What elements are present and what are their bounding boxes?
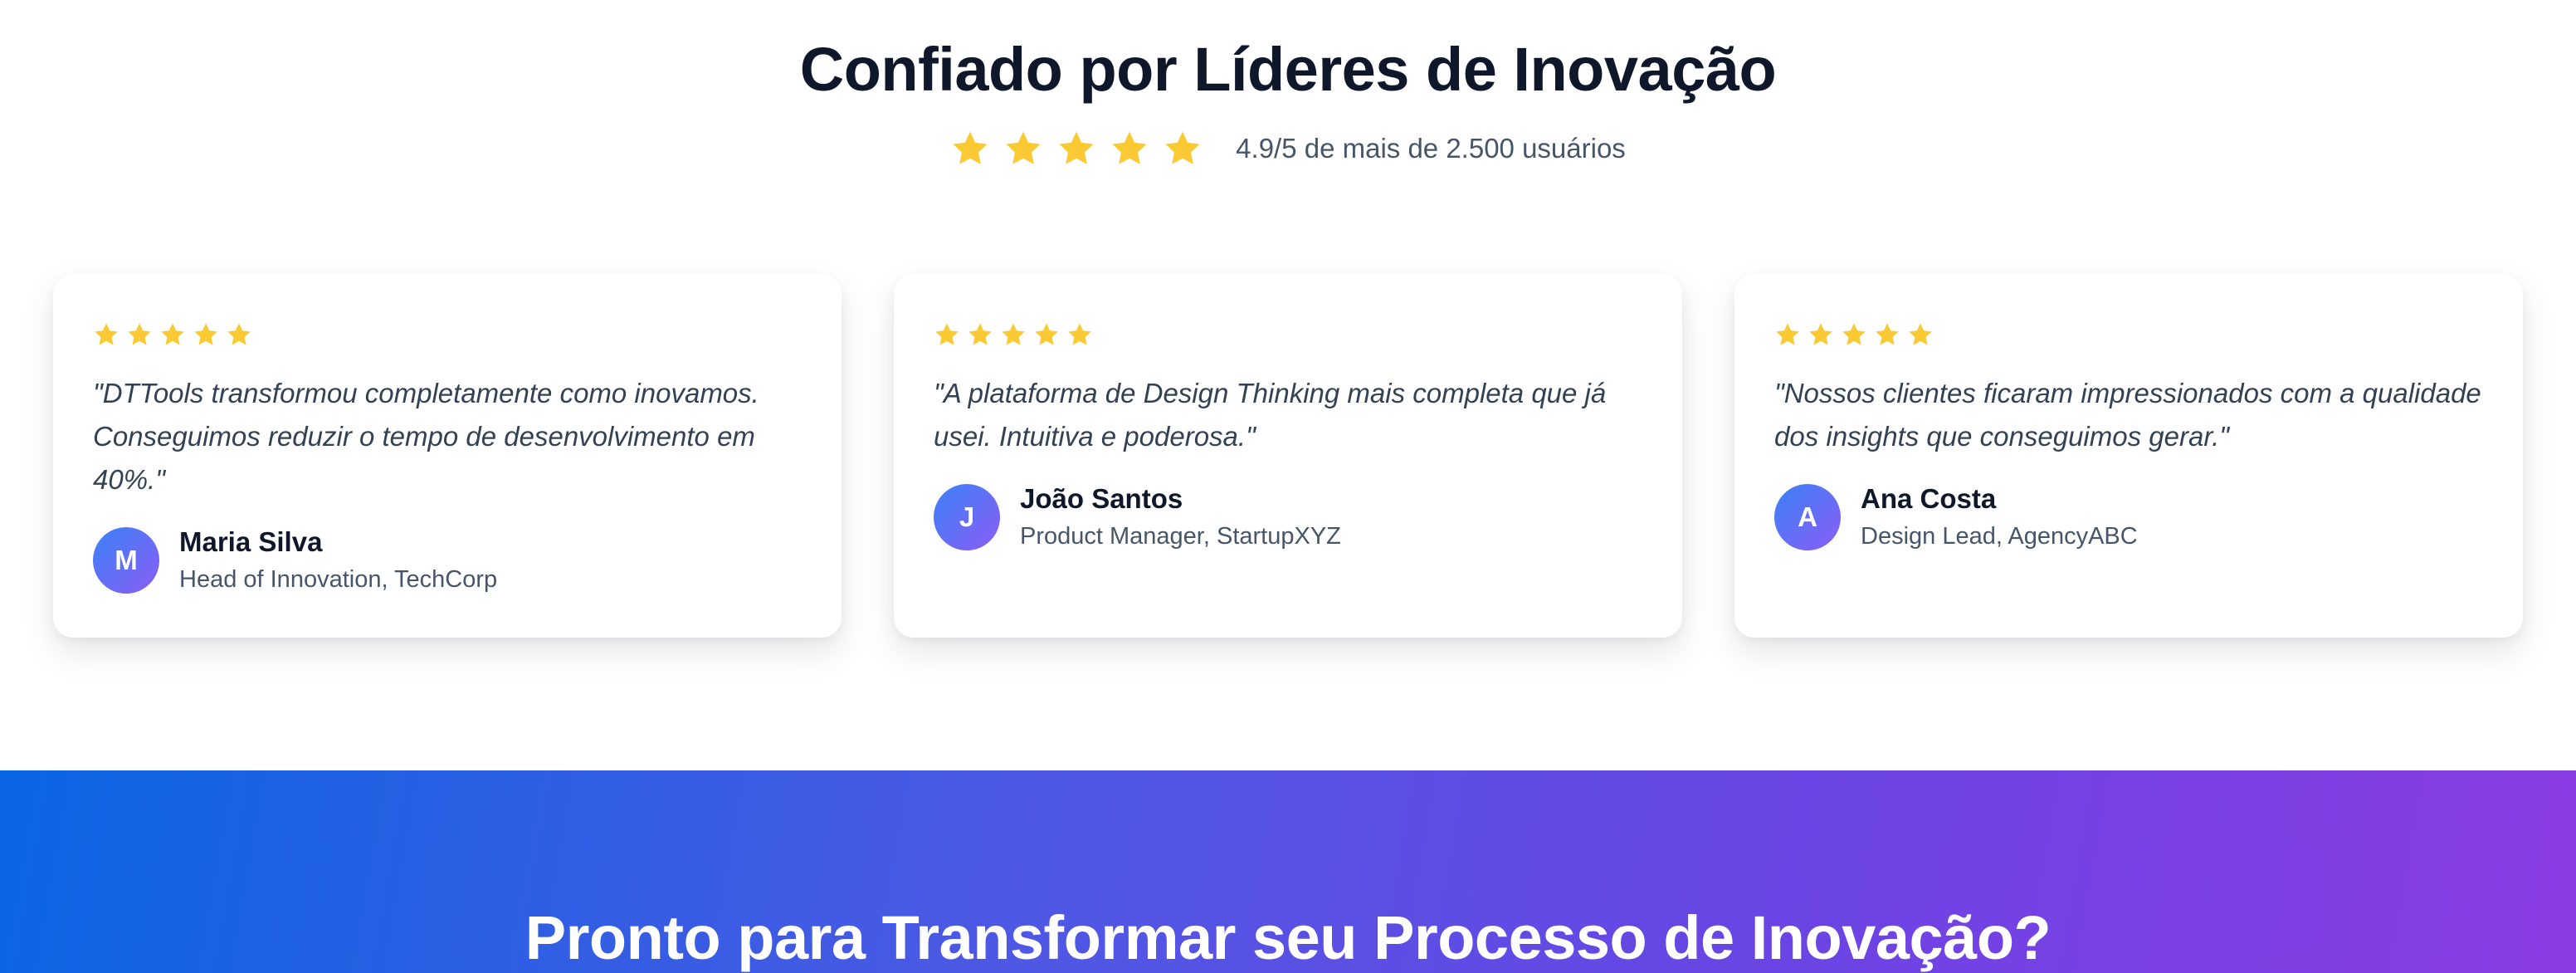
cta-title: Pronto para Transformar seu Processo de … <box>524 903 2052 972</box>
card-stars <box>1774 320 2483 349</box>
rating-summary: 4.9/5 de mais de 2.500 usuários <box>1236 133 1626 164</box>
star-icon <box>128 323 151 345</box>
author-role: Design Lead, AgencyABC <box>1861 523 2138 550</box>
testimonial-author: J João Santos Product Manager, StartupXY… <box>934 482 1642 553</box>
testimonial-quote: "Nossos clientes ficaram impressionados … <box>1774 378 2481 452</box>
star-icon <box>1035 323 1058 345</box>
cta-section: Pronto para Transformar seu Processo de … <box>0 770 2576 973</box>
avatar: A <box>1774 484 1841 550</box>
star-icon <box>953 131 988 164</box>
star-icon <box>1059 131 1094 164</box>
author-info: Maria Silva Head of Innovation, TechCorp <box>179 525 497 596</box>
star-icon <box>1006 131 1041 164</box>
star-icon <box>1165 131 1200 164</box>
star-icon <box>1876 323 1899 345</box>
star-icon <box>227 323 251 345</box>
author-info: Ana Costa Design Lead, AgencyABC <box>1861 482 2138 553</box>
overall-stars <box>950 129 1203 169</box>
star-icon <box>968 323 992 345</box>
testimonial-card: "DTTools transformou completamente como … <box>53 274 842 638</box>
avatar: J <box>934 484 1000 550</box>
testimonial-quote: "A plataforma de Design Thinking mais co… <box>934 378 1607 452</box>
author-role: Head of Innovation, TechCorp <box>179 566 498 593</box>
star-icon <box>1068 323 1091 345</box>
card-stars <box>93 320 802 349</box>
testimonials-section: Confiado por Líderes de Inovação 4.9/5 d… <box>0 0 2576 770</box>
star-icon <box>95 323 118 345</box>
author-name: Maria Silva <box>179 526 323 557</box>
star-icon <box>1776 323 1799 345</box>
star-icon <box>161 323 184 345</box>
author-info: João Santos Product Manager, StartupXYZ <box>1020 482 1341 553</box>
star-icon <box>1112 131 1147 164</box>
card-stars <box>934 320 1642 349</box>
testimonial-author: M Maria Silva Head of Innovation, TechCo… <box>93 525 802 596</box>
overall-rating: 4.9/5 de mais de 2.500 usuários <box>0 123 2576 174</box>
author-name: Ana Costa <box>1861 483 1997 514</box>
testimonial-card: "Nossos clientes ficaram impressionados … <box>1734 274 2523 638</box>
star-icon <box>1842 323 1866 345</box>
avatar: M <box>93 527 159 594</box>
testimonial-author: A Ana Costa Design Lead, AgencyABC <box>1774 482 2483 553</box>
section-title: Confiado por Líderes de Inovação <box>799 35 1777 104</box>
star-icon <box>1909 323 1932 345</box>
testimonial-card: "A plataforma de Design Thinking mais co… <box>894 274 1682 638</box>
author-name: João Santos <box>1020 483 1183 514</box>
author-role: Product Manager, StartupXYZ <box>1020 523 1341 550</box>
star-icon <box>935 323 959 345</box>
testimonial-cards: "DTTools transformou completamente como … <box>53 274 2523 638</box>
star-icon <box>1002 323 1025 345</box>
star-icon <box>1809 323 1832 345</box>
star-icon <box>194 323 217 345</box>
testimonial-quote: "DTTools transformou completamente como … <box>93 378 759 495</box>
